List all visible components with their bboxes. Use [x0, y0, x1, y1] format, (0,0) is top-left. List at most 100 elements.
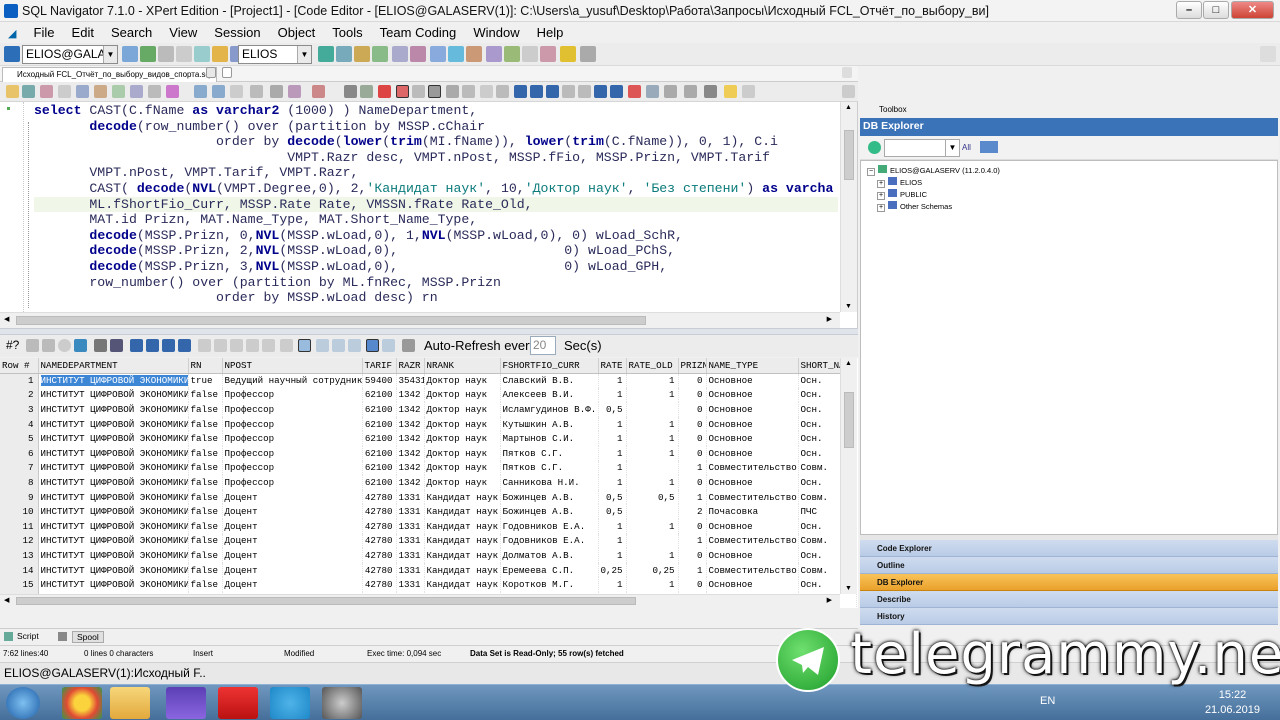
table-cell[interactable]: 62100 — [362, 402, 397, 417]
next-record-icon[interactable] — [162, 339, 175, 352]
table-cell[interactable]: Совместительство — [706, 460, 799, 476]
find-icon[interactable] — [112, 85, 125, 98]
table-cell[interactable]: 0 — [678, 518, 707, 534]
table-cell[interactable]: 1 — [678, 489, 707, 505]
accordion-describe[interactable]: Describe — [860, 591, 1278, 608]
run-current-icon[interactable] — [428, 85, 441, 98]
table-row[interactable]: 12 ИНСТИТУТ ЦИФРОВОЙ ЭКОНОМИКИ false Доцент… — [0, 533, 857, 549]
menu-session[interactable]: Session — [214, 25, 260, 40]
menu-window[interactable]: Window — [473, 25, 519, 40]
table-row[interactable]: 14 ИНСТИТУТ ЦИФРОВОЙ ЭКОНОМИКИ false Доцент… — [0, 562, 857, 578]
gear-icon[interactable] — [580, 46, 596, 62]
table-cell[interactable]: 1331 — [396, 533, 425, 549]
table-cell[interactable]: Годовников Е.А. — [500, 533, 599, 549]
table-cell[interactable]: ИНСТИТУТ ЦИФРОВОЙ ЭКОНОМИКИ — [38, 475, 189, 490]
code-line[interactable]: MAT.id Prizn, MAT.Name_Type, MAT.Short_N… — [34, 212, 838, 228]
code-line[interactable]: decode(MSSP.Prizn, 2,NVL(MSSP.wLoad,0), … — [34, 243, 838, 259]
table-cell[interactable]: Доктор наук — [424, 402, 501, 417]
table-cell[interactable]: 62100 — [362, 431, 397, 446]
tab-spool[interactable]: Spool — [72, 631, 104, 643]
table-cell[interactable]: Кандидат наук — [424, 548, 501, 563]
first-record-icon[interactable] — [130, 339, 143, 352]
table-cell[interactable]: Мартынов С.И. — [500, 431, 599, 446]
editor-hscroll-thumb[interactable] — [16, 316, 646, 325]
refresh-icon[interactable] — [194, 46, 210, 62]
table-cell[interactable]: Основное — [706, 445, 799, 461]
object-icon[interactable] — [212, 46, 228, 62]
explain-plan-icon[interactable] — [446, 85, 459, 98]
table-cell[interactable]: 59400 — [362, 373, 397, 388]
table-cell[interactable]: 42780 — [362, 504, 397, 519]
table-cell[interactable]: false — [188, 416, 223, 432]
table-cell[interactable]: 1331 — [396, 504, 425, 519]
table-cell[interactable]: Годовников Е.А. — [500, 518, 599, 534]
sort-icon[interactable] — [26, 339, 39, 352]
table-cell[interactable]: false — [188, 431, 223, 446]
scroll-left-icon[interactable]: ◀ — [4, 596, 9, 604]
code-line[interactable]: select CAST(C.fName as varchar2 (1000) )… — [34, 103, 838, 119]
table-cell[interactable]: ИНСТИТУТ ЦИФРОВОЙ ЭКОНОМИКИ — [38, 445, 189, 461]
code-line[interactable]: row_number() over (partition by ML.fnRec… — [34, 275, 838, 291]
row-number-cell[interactable]: 2 — [0, 387, 39, 403]
table-cell[interactable]: Основное — [706, 402, 799, 417]
table-cell[interactable]: Профессор — [222, 460, 363, 476]
grid-hscroll-thumb[interactable] — [16, 597, 636, 605]
export-icon[interactable] — [316, 339, 329, 352]
table-cell[interactable]: 0 — [678, 445, 707, 461]
code-line[interactable]: decode(MSSP.Prizn, 0,NVL(MSSP.wLoad,0), … — [34, 228, 838, 244]
table-cell[interactable]: Доцент — [222, 577, 363, 592]
row-number-cell[interactable]: 6 — [0, 445, 39, 461]
table-cell[interactable]: 1 — [626, 548, 679, 563]
comment-icon[interactable] — [166, 85, 179, 98]
help-icon[interactable] — [560, 46, 576, 62]
menu-edit[interactable]: Edit — [72, 25, 94, 40]
connect-icon[interactable] — [122, 46, 138, 62]
compare-icon[interactable] — [504, 46, 520, 62]
row-number-cell[interactable]: 7 — [0, 460, 39, 476]
table-cell[interactable]: 1 — [598, 518, 627, 534]
auto-refresh-icon[interactable] — [402, 339, 415, 352]
editor-vscrollbar[interactable]: ▲ ▼ — [840, 102, 857, 312]
tree-node-other-schemas[interactable]: + Other Schemas — [877, 201, 952, 212]
column-header[interactable]: RAZR — [396, 358, 425, 374]
editor-vscroll-thumb[interactable] — [844, 130, 854, 180]
table-cell[interactable]: ИНСТИТУТ ЦИФРОВОЙ ЭКОНОМИКИ — [38, 577, 189, 592]
table-row[interactable]: 5 ИНСТИТУТ ЦИФРОВОЙ ЭКОНОМИКИ false Професс… — [0, 431, 857, 446]
column-header[interactable]: NPOST — [222, 358, 363, 374]
task-icon[interactable] — [372, 46, 388, 62]
table-row[interactable]: 11 ИНСТИТУТ ЦИФРОВОЙ ЭКОНОМИКИ false Доцент… — [0, 518, 857, 534]
scroll-up-icon[interactable]: ▲ — [845, 104, 852, 111]
table-cell[interactable]: Основное — [706, 387, 799, 403]
filter-explorer-icon[interactable] — [980, 141, 998, 153]
table-cell[interactable]: 42780 — [362, 577, 397, 592]
table-cell[interactable]: 0 — [678, 416, 707, 432]
table-cell[interactable]: 1342 — [396, 387, 425, 403]
table-cell[interactable]: 0,5 — [598, 504, 627, 519]
code-line[interactable]: decode(MSSP.Prizn, 3,NVL(MSSP.wLoad,0), … — [34, 259, 838, 275]
table-cell[interactable]: 0 — [678, 577, 707, 592]
table-cell[interactable]: false — [188, 504, 223, 519]
describe-icon[interactable] — [312, 85, 325, 98]
filter-icon[interactable] — [344, 85, 357, 98]
column-header[interactable]: RN — [188, 358, 223, 374]
table-cell[interactable]: 1 — [598, 416, 627, 432]
column-header[interactable]: Row # — [0, 358, 39, 374]
table-cell[interactable]: Кандидат наук — [424, 577, 501, 592]
table-cell[interactable]: ИНСТИТУТ ЦИФРОВОЙ ЭКОНОМИКИ — [38, 548, 189, 563]
table-cell[interactable]: ИНСТИТУТ ЦИФРОВОЙ ЭКОНОМИКИ — [38, 373, 189, 388]
table-cell[interactable]: 42780 — [362, 562, 397, 578]
help-editor-icon[interactable] — [724, 85, 737, 98]
accordion-outline[interactable]: Outline — [860, 557, 1278, 574]
post-record-icon[interactable] — [246, 339, 259, 352]
table-row[interactable]: 4 ИНСТИТУТ ЦИФРОВОЙ ЭКОНОМИКИ false Професс… — [0, 416, 857, 432]
table-cell[interactable]: 1331 — [396, 489, 425, 505]
table-row[interactable]: 3 ИНСТИТУТ ЦИФРОВОЙ ЭКОНОМИКИ false Професс… — [0, 402, 857, 417]
prev-record-icon[interactable] — [146, 339, 159, 352]
tool-icon[interactable] — [336, 46, 352, 62]
session-icon[interactable] — [4, 46, 20, 62]
table-cell[interactable]: Профессор — [222, 475, 363, 490]
table-cell[interactable] — [626, 460, 679, 476]
table-cell[interactable]: false — [188, 533, 223, 549]
table-cell[interactable]: 0 — [678, 402, 707, 417]
table-cell[interactable]: 0,5 — [626, 489, 679, 505]
